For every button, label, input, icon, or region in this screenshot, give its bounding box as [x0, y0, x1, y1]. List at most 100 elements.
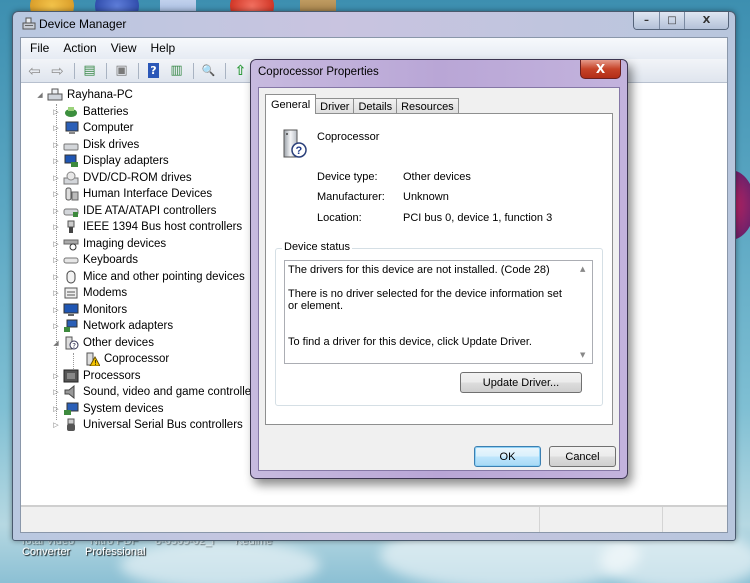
battery-icon — [63, 105, 79, 119]
tree-item[interactable]: ▷ Sound, video and game controllers — [21, 384, 261, 401]
status-line: There is no driver selected for the devi… — [288, 288, 562, 312]
tree-item[interactable]: ▷ Mice and other pointing devices — [21, 269, 261, 286]
forward-button[interactable]: ⇨ — [47, 61, 68, 81]
tree-item[interactable]: ▷ IEEE 1394 Bus host controllers — [21, 219, 261, 236]
cancel-label: Cancel — [565, 450, 600, 463]
system-device-icon — [63, 402, 79, 416]
toolbar-separator — [106, 62, 107, 79]
tree-item[interactable]: ▷ Human Interface Devices — [21, 186, 261, 203]
tree-item[interactable]: ▷ System devices — [21, 401, 261, 418]
desktop-label-converter[interactable]: Converter — [22, 546, 70, 558]
tree-item[interactable]: ▷ Universal Serial Bus controllers — [21, 417, 261, 434]
close-icon: X — [595, 62, 606, 76]
tree-item[interactable]: ▷ Computer — [21, 120, 261, 137]
menu-file[interactable]: File — [23, 38, 56, 59]
tree-item[interactable]: ▷ Imaging devices — [21, 236, 261, 253]
collapsed-arrow-icon[interactable]: ▷ — [51, 388, 61, 396]
modem-icon — [63, 286, 79, 300]
collapsed-arrow-icon[interactable]: ▷ — [51, 256, 61, 264]
back-button[interactable]: ⇦ — [24, 61, 45, 81]
tree-item[interactable]: ▷ IDE ATA/ATAPI controllers — [21, 203, 261, 220]
tree-item[interactable]: ▷ Batteries — [21, 104, 261, 121]
device-type-label: Device type: — [317, 171, 378, 183]
collapsed-arrow-icon[interactable]: ▷ — [51, 405, 61, 413]
usb-icon — [63, 418, 79, 432]
dialog-body: General Driver Details Resources ? Copro… — [258, 87, 620, 471]
tree-item[interactable]: ▷ Monitors — [21, 302, 261, 319]
maximize-button[interactable]: □ — [660, 12, 685, 29]
update-driver-button[interactable]: Update Driver... — [460, 372, 582, 393]
collapsed-arrow-icon[interactable]: ▷ — [51, 190, 61, 198]
device-status-textbox[interactable]: The drivers for this device are not inst… — [284, 260, 593, 364]
minimize-button[interactable]: – — [634, 12, 660, 29]
ok-button[interactable]: OK — [474, 446, 541, 467]
collapsed-arrow-icon[interactable]: ▷ — [51, 322, 61, 330]
manufacturer-label: Manufacturer: — [317, 191, 385, 203]
menu-help[interactable]: Help — [144, 38, 183, 59]
collapsed-arrow-icon[interactable]: ▷ — [51, 223, 61, 231]
device-status-legend: Device status — [282, 241, 353, 253]
tree-item[interactable]: ▷ DVD/CD-ROM drives — [21, 170, 261, 187]
tree-root-label: Rayhana-PC — [67, 89, 133, 102]
tree-item[interactable]: ▷ Display adapters — [21, 153, 261, 170]
location-label: Location: — [317, 212, 362, 224]
collapsed-arrow-icon[interactable]: ▷ — [51, 372, 61, 380]
show-hide-action-pane-button[interactable]: ▥ — [166, 61, 187, 81]
collapsed-arrow-icon[interactable]: ▷ — [51, 124, 61, 132]
help-icon: ? — [148, 63, 159, 78]
network-adapter-icon — [63, 319, 79, 333]
collapsed-arrow-icon[interactable]: ▷ — [51, 207, 61, 215]
tree-item[interactable]: ▷ Modems — [21, 285, 261, 302]
tree-item-coprocessor[interactable]: ! Coprocessor — [21, 351, 261, 368]
show-hide-console-tree-button[interactable]: ▤ — [79, 61, 100, 81]
tab-details[interactable]: Details — [353, 98, 398, 114]
tab-resources[interactable]: Resources — [396, 98, 459, 114]
collapsed-arrow-icon[interactable]: ▷ — [51, 421, 61, 429]
collapsed-arrow-icon[interactable]: ▷ — [51, 141, 61, 149]
tree-item[interactable]: ▷ Processors — [21, 368, 261, 385]
collapsed-arrow-icon[interactable]: ▷ — [51, 108, 61, 116]
menu-bar: File Action View Help — [21, 38, 727, 59]
properties-dialog: Coprocessor Properties X General Driver … — [250, 59, 628, 479]
collapsed-arrow-icon[interactable]: ▷ — [51, 157, 61, 165]
dialog-close-button[interactable]: X — [580, 60, 621, 79]
scroll-up-icon[interactable]: ▲ — [580, 265, 585, 273]
help-button[interactable]: ? — [143, 61, 164, 81]
desktop-label-professional[interactable]: Professional — [85, 546, 146, 558]
minimize-icon: – — [644, 15, 649, 26]
tab-label: Details — [358, 100, 393, 113]
collapsed-arrow-icon[interactable]: ▷ — [51, 240, 61, 248]
collapsed-arrow-icon[interactable]: ▷ — [51, 174, 61, 182]
toolbar-separator — [74, 62, 75, 79]
menu-view[interactable]: View — [104, 38, 144, 59]
close-icon: X — [702, 15, 711, 26]
tree-root[interactable]: ◢ Rayhana-PC — [21, 87, 261, 104]
tree-item-other-devices[interactable]: ◢ ? Other devices — [21, 335, 261, 352]
manufacturer-value: Unknown — [403, 191, 449, 203]
close-button[interactable]: X — [685, 12, 728, 29]
tree-item[interactable]: ▷ Disk drives — [21, 137, 261, 154]
tree-item[interactable]: ▷ Keyboards — [21, 252, 261, 269]
expanded-arrow-icon[interactable]: ◢ — [35, 91, 45, 99]
status-bar — [21, 505, 727, 532]
collapsed-arrow-icon[interactable]: ▷ — [51, 273, 61, 281]
scroll-down-icon[interactable]: ▼ — [580, 351, 585, 359]
tab-driver[interactable]: Driver — [315, 98, 355, 114]
tree-item[interactable]: ▷ Network adapters — [21, 318, 261, 335]
scan-hardware-button[interactable]: 🔍 — [198, 61, 219, 81]
collapsed-arrow-icon[interactable]: ▷ — [51, 306, 61, 314]
unknown-device-icon: ? — [63, 336, 79, 350]
title-bar[interactable]: Device Manager – □ X — [13, 12, 735, 37]
tab-general[interactable]: General — [265, 94, 317, 114]
collapsed-arrow-icon[interactable]: ▷ — [51, 289, 61, 297]
cancel-button[interactable]: Cancel — [549, 446, 616, 467]
properties-button[interactable]: ▣ — [111, 61, 132, 81]
dvd-drive-icon — [63, 171, 79, 185]
menu-action[interactable]: Action — [56, 38, 103, 59]
warning-device-icon: ! — [84, 352, 100, 367]
desktop-cloud — [120, 540, 320, 583]
tab-label: Resources — [401, 100, 454, 113]
expanded-arrow-icon[interactable]: ◢ — [51, 339, 61, 347]
update-driver-button[interactable]: ⇧ — [230, 61, 251, 81]
status-scrollbar[interactable]: ▲ ▼ — [576, 261, 592, 363]
